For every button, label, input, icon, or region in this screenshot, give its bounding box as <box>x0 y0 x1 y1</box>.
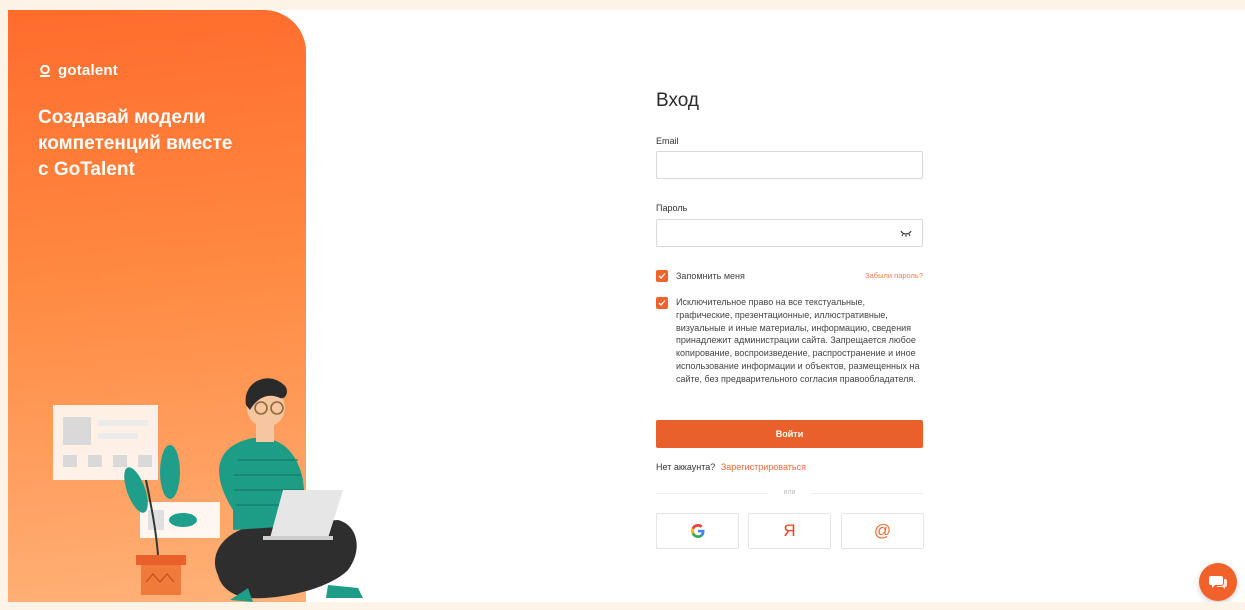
password-label: Пароль <box>656 203 688 213</box>
remember-me-row[interactable]: Запомнить меня <box>656 270 745 282</box>
chat-button[interactable] <box>1199 563 1237 601</box>
check-icon <box>658 300 666 306</box>
email-label: Email <box>656 136 679 146</box>
mailru-login-button[interactable]: @ <box>841 513 924 549</box>
copyright-consent-row[interactable]: Исключительное право на все текстуальные… <box>656 296 923 386</box>
register-row: Нет аккаунта? Зарегистрироваться <box>656 462 806 472</box>
yandex-login-button[interactable]: Я <box>748 513 831 549</box>
divider-line <box>811 493 923 494</box>
tagline: Создавай модели компетенций вместе с GoT… <box>38 107 233 180</box>
left-strip <box>0 0 8 610</box>
forgot-password-link[interactable]: Забыли пароль? <box>865 271 923 280</box>
remember-checkbox[interactable] <box>656 270 668 282</box>
register-link[interactable]: Зарегистрироваться <box>721 462 806 472</box>
eye-closed-icon[interactable] <box>900 228 912 238</box>
logo-icon <box>40 64 50 77</box>
google-login-button[interactable] <box>656 513 739 549</box>
bottom-strip <box>0 602 1245 610</box>
copyright-checkbox[interactable] <box>656 297 668 309</box>
password-field[interactable] <box>656 219 923 247</box>
copyright-text: Исключительное право на все текстуальные… <box>676 297 920 384</box>
login-button[interactable]: Войти <box>656 420 923 448</box>
email-field[interactable] <box>656 151 923 179</box>
check-icon <box>658 273 666 279</box>
logo: gotalent <box>38 62 118 79</box>
or-divider: или <box>656 489 923 497</box>
login-title: Вход <box>656 90 699 111</box>
yandex-icon: Я <box>783 521 796 540</box>
google-icon <box>690 524 704 538</box>
logo-text: gotalent <box>58 62 118 79</box>
person-with-laptop-illustration <box>53 378 393 604</box>
no-account-label: Нет аккаунта? <box>656 462 716 472</box>
mailru-icon: @ <box>873 521 892 540</box>
top-strip <box>0 0 1245 10</box>
chat-icon <box>1209 576 1227 589</box>
remember-label: Запомнить меня <box>676 271 745 281</box>
